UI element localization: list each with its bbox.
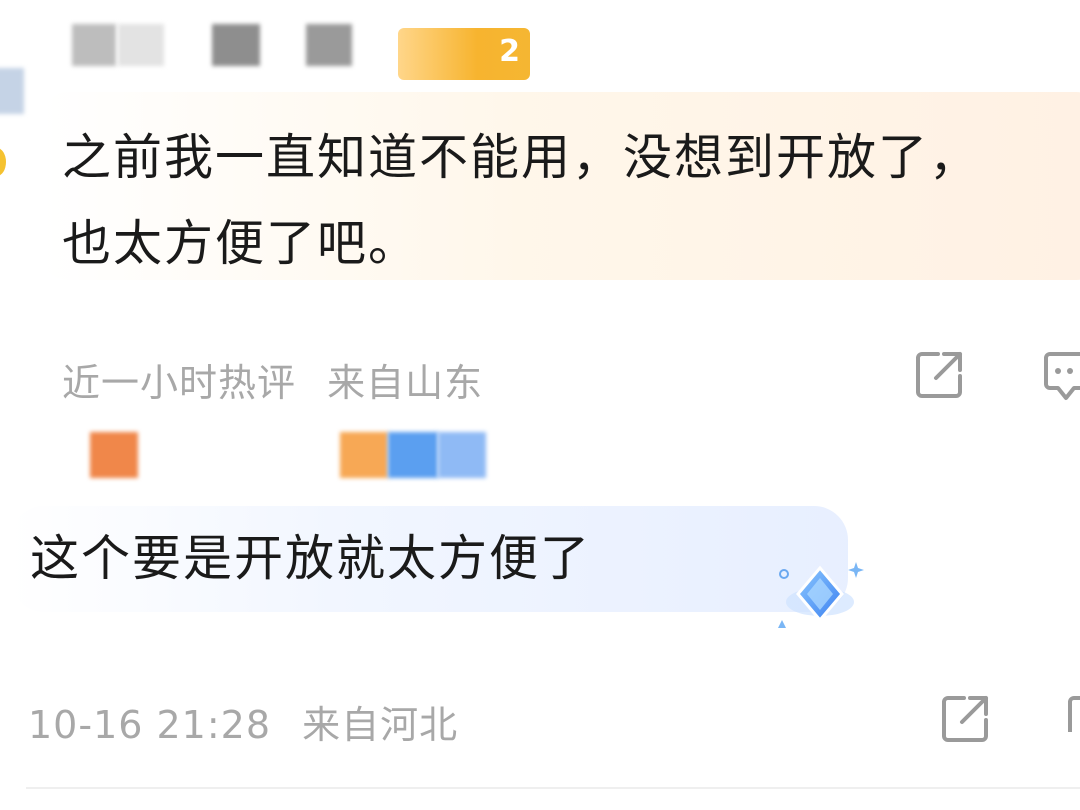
redacted-block (438, 432, 486, 478)
comment-location: 来自山东 (327, 361, 484, 405)
comment-location: 来自河北 (302, 703, 459, 747)
share-icon[interactable] (940, 692, 994, 746)
redacted-block (118, 24, 164, 66)
level-badge: 2 (398, 28, 530, 80)
comment-body: 这个要是开放就太方便了 (30, 530, 592, 587)
redacted-block (90, 432, 138, 478)
redacted-block (72, 24, 116, 66)
comment-time: 10-16 21:28 (28, 703, 272, 747)
share-icon[interactable] (914, 348, 968, 402)
diamond-sticker-icon (778, 562, 864, 628)
redacted-block (340, 432, 388, 478)
comment-icon[interactable] (1066, 694, 1080, 748)
avatar-badge-icon (0, 148, 6, 176)
comment-time: 近一小时热评 (62, 361, 297, 405)
comment-meta: 近一小时热评 来自山东 (62, 352, 483, 407)
redacted-block (306, 24, 352, 66)
divider (26, 787, 1080, 789)
comment-body: 之前我一直知道不能用，没想到开放了， 也太方便了吧。 (62, 129, 981, 272)
comment-icon[interactable] (1044, 350, 1080, 404)
avatar[interactable] (0, 68, 24, 114)
redacted-block (212, 24, 260, 66)
redacted-block (388, 432, 438, 478)
comment-meta: 10-16 21:28 来自河北 (28, 694, 458, 749)
